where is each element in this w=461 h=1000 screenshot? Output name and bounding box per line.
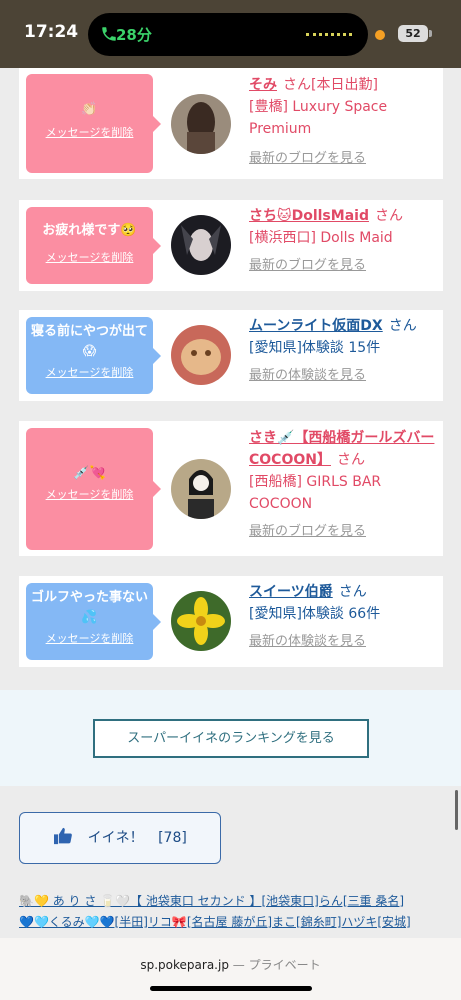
honorific: さん (388, 318, 417, 334)
battery-tip (429, 30, 432, 37)
page-content: 👏🏻 メッセージを削除 そみ さん[本日出勤] [豊橋] Luxury Space… (0, 68, 461, 938)
latest-review-link[interactable]: 最新の体験談を見る (249, 365, 439, 387)
like-label: イイネ！ (87, 830, 144, 846)
avatar[interactable] (171, 459, 231, 519)
message-text: お疲れ様です🥺 (42, 223, 137, 238)
user-name-link[interactable]: さち🐱DollsMaid (249, 208, 369, 224)
review-count: [愛知県]体験談 15件 (249, 340, 381, 356)
delete-message-link[interactable]: メッセージを削除 (26, 364, 153, 380)
user-info: さき💉【西船橋ガールズバーCOCOON】 さん [西船橋] GIRLS BAR C… (249, 427, 439, 543)
user-info: ムーンライト仮面DX さん [愛知県]体験談 15件 最新の体験談を見る (249, 315, 439, 387)
honorific: さん (283, 77, 311, 93)
work-status: [本日出勤] (311, 77, 378, 93)
latest-blog-link[interactable]: 最新のブログを見る (249, 148, 439, 170)
liker-list: 🐘💛 あ り さ 🥛🤍【 池袋東口 セカンド 】[池袋東口]らん[三重 桑名] … (19, 891, 439, 933)
dynamic-island[interactable]: 28分 (88, 13, 368, 56)
like-button[interactable]: イイネ！ [78] (19, 812, 221, 864)
message-card: 💉💘 メッセージを削除 さき💉【西船橋ガールズバーCOCOON】 さん [西船橋]… (19, 421, 443, 556)
domain: sp.pokepara.jp (140, 958, 229, 972)
message-bubble: お疲れ様です🥺 メッセージを削除 (26, 207, 161, 284)
scrollbar[interactable] (455, 790, 458, 830)
message-card: 👏🏻 メッセージを削除 そみ さん[本日出勤] [豊橋] Luxury Space… (19, 68, 443, 179)
message-text: 👏🏻 (81, 102, 98, 117)
avatar[interactable] (171, 215, 231, 275)
message-card: お疲れ様です🥺 メッセージを削除 さち🐱DollsMaid さん [横浜西口] D… (19, 200, 443, 291)
message-bubble: ゴルフやった事ない💦 メッセージを削除 (26, 583, 161, 660)
honorific: さん (336, 452, 365, 468)
shop-name: [豊橋] Luxury Space Premium (249, 99, 388, 137)
status-bar: 17:24 28分 52 (0, 0, 461, 68)
message-card: 寝る前にやつが出て😱 メッセージを削除 ムーンライト仮面DX さん [愛知県]体験… (19, 310, 443, 401)
liker-links[interactable]: 🐘💛 あ り さ 🥛🤍【 池袋東口 セカンド 】[池袋東口]らん[三重 桑名] (19, 894, 404, 908)
message-text: ゴルフやった事ない💦 (30, 590, 148, 625)
latest-review-link[interactable]: 最新の体験談を見る (249, 631, 439, 653)
latest-blog-link[interactable]: 最新のブログを見る (249, 255, 439, 277)
call-duration: 28分 (116, 26, 152, 44)
honorific: さん (374, 208, 403, 224)
delete-message-link[interactable]: メッセージを削除 (26, 249, 153, 265)
message-bubble: 👏🏻 メッセージを削除 (26, 74, 161, 173)
audio-wave-icon (306, 33, 352, 36)
user-info: さち🐱DollsMaid さん [横浜西口] Dolls Maid 最新のブログを… (249, 205, 439, 277)
message-card: ゴルフやった事ない💦 メッセージを削除 スイーツ伯爵 さん [愛知県]体験談 66… (19, 576, 443, 667)
delete-message-link[interactable]: メッセージを削除 (26, 124, 153, 140)
delete-message-link[interactable]: メッセージを削除 (26, 630, 153, 646)
user-info: スイーツ伯爵 さん [愛知県]体験談 66件 最新の体験談を見る (249, 581, 439, 653)
avatar[interactable] (171, 591, 231, 651)
clock: 17:24 (24, 22, 79, 42)
message-bubble: 💉💘 メッセージを削除 (26, 428, 161, 550)
user-info: そみ さん[本日出勤] [豊橋] Luxury Space Premium 最新の… (249, 74, 439, 170)
privacy-indicator-icon (375, 30, 385, 40)
shop-name: [横浜西口] Dolls Maid (249, 230, 393, 246)
ranking-section: スーパーイイネのランキングを見る (0, 690, 461, 786)
avatar[interactable] (171, 94, 231, 154)
delete-message-link[interactable]: メッセージを削除 (26, 486, 153, 502)
message-text: 💉💘 (73, 466, 106, 481)
user-name-link[interactable]: スイーツ伯爵 (249, 584, 333, 600)
review-count: [愛知県]体験談 66件 (249, 606, 381, 622)
battery-icon: 52 (398, 25, 428, 42)
url-display[interactable]: sp.pokepara.jp — プライベート (0, 956, 461, 973)
super-like-ranking-button[interactable]: スーパーイイネのランキングを見る (93, 719, 369, 758)
user-name-link[interactable]: そみ (249, 77, 277, 93)
message-text: 寝る前にやつが出て😱 (30, 324, 148, 359)
honorific: さん (338, 584, 367, 600)
message-bubble: 寝る前にやつが出て😱 メッセージを削除 (26, 317, 161, 394)
thumbs-up-icon (54, 827, 73, 845)
browser-address-bar[interactable]: sp.pokepara.jp — プライベート (0, 938, 461, 1000)
shop-name: [西船橋] GIRLS BAR COCOON (249, 474, 382, 512)
liker-links[interactable]: 💙🩵くるみ🩵💙[半田]リコ🎀[名古屋 藤が丘]まこ[錦糸町]ハヅキ[安城] (19, 915, 411, 929)
avatar[interactable] (171, 325, 231, 385)
private-mode-label: — プライベート (232, 958, 321, 972)
like-count: [78] (158, 830, 187, 846)
user-name-link[interactable]: ムーンライト仮面DX (249, 318, 383, 334)
latest-blog-link[interactable]: 最新のブログを見る (249, 521, 439, 543)
home-indicator[interactable] (150, 986, 312, 991)
